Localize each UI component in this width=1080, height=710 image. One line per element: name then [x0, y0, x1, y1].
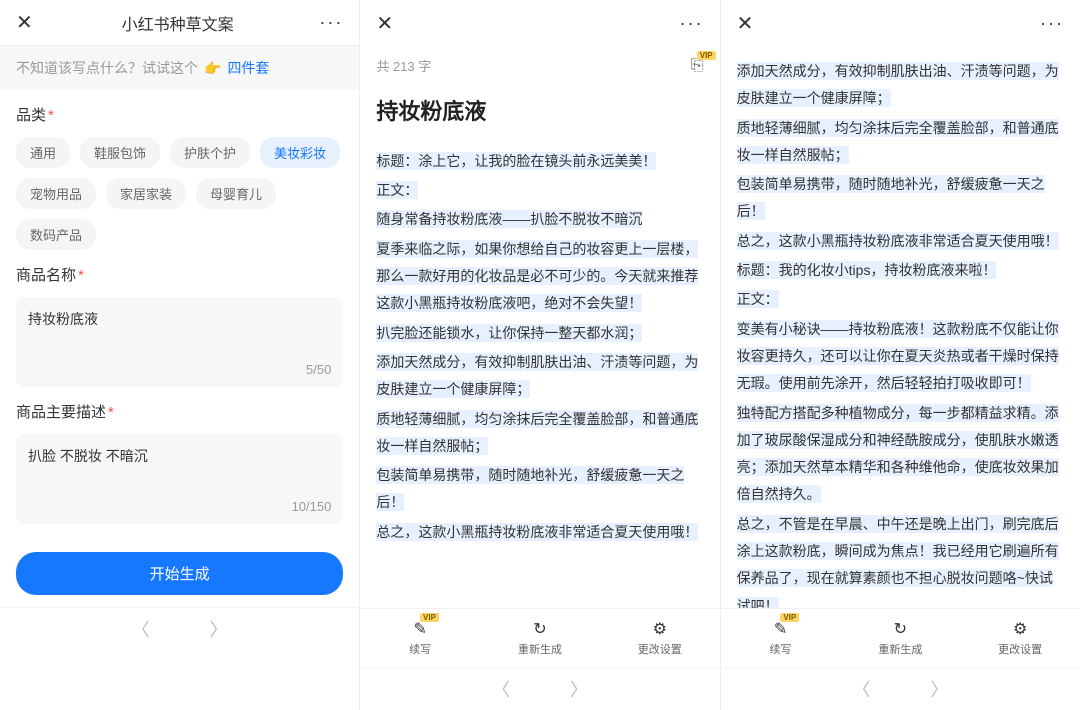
content-area: 添加天然成分，有效抑制肌肤出油、汗渍等问题，为皮肤建立一个健康屏障；质地轻薄细腻… [721, 46, 1080, 608]
category-chip[interactable]: 鞋服包饰 [80, 137, 160, 168]
more-icon[interactable]: ··· [319, 12, 343, 33]
content-paragraph: 添加天然成分，有效抑制肌肤出油、汗渍等问题，为皮肤建立一个健康屏障； [737, 58, 1064, 113]
content-paragraph: 质地轻薄细腻，均匀涂抹后完全覆盖脸部，和普通底妆一样自然服帖； [737, 115, 1064, 170]
panel-result-1: ✕ ··· 共 213 字 ⎘VIP 持妆粉底液 标题：涂上它，让我的脸在镜头前… [360, 0, 720, 710]
content-paragraph: 标题：涂上它，让我的脸在镜头前永远美美！ [376, 148, 703, 175]
category-chip[interactable]: 美妆彩妆 [260, 137, 340, 168]
action-continue[interactable]: ✎VIP 续写 [360, 615, 480, 661]
vip-badge: VIP [420, 613, 439, 622]
page-title: 小红书种草文案 [122, 11, 234, 35]
content-paragraph: 独特配方搭配多种植物成分，每一步都精益求精。添加了玻尿酸保湿成分和神经酰胺成分，… [737, 400, 1064, 509]
pencil-icon: ✎VIP [774, 619, 787, 639]
content-paragraph: 标题：我的化妆小tips，持妆粉底液来啦！ [737, 257, 1064, 284]
header: ✕ 小红书种草文案 ··· [0, 0, 359, 46]
action-settings[interactable]: ⚙ 更改设置 [600, 615, 720, 661]
content-paragraph: 随身常备持妆粉底液——扒脸不脱妆不暗沉 [376, 206, 703, 233]
category-chip[interactable]: 通用 [16, 137, 70, 168]
close-icon[interactable]: ✕ [376, 11, 396, 36]
product-name-input[interactable]: 持妆粉底液 5/50 [16, 297, 343, 387]
content-paragraph: 包装简单易携带，随时随地补光，舒缓疲惫一天之后！ [376, 462, 703, 517]
content-paragraph: 总之，不管是在早晨、中午还是晚上出门，刷完底后涂上这款粉底，瞬间成为焦点！我已经… [737, 511, 1064, 608]
more-icon[interactable]: ··· [680, 13, 704, 34]
section-product-name: 商品名称* 持妆粉底液 5/50 [0, 250, 359, 387]
pencil-icon: ✎VIP [414, 619, 427, 639]
product-desc-counter: 10/150 [292, 499, 332, 514]
panel-result-2: ✕ ··· 添加天然成分，有效抑制肌肤出油、汗渍等问题，为皮肤建立一个健康屏障；… [721, 0, 1080, 710]
nav-next-icon[interactable]: 〉 [930, 676, 948, 702]
category-chips: 通用鞋服包饰护肤个护美妆彩妆宠物用品家居家装母婴育儿数码产品 [16, 137, 343, 250]
content-paragraph: 总之，这款小黑瓶持妆粉底液非常适合夏天使用哦！ [737, 228, 1064, 255]
content-paragraph: 正文： [376, 177, 703, 204]
refresh-icon: ↻ [894, 619, 907, 639]
content-paragraph: 总之，这款小黑瓶持妆粉底液非常适合夏天使用哦！ [376, 519, 703, 546]
more-icon[interactable]: ··· [1040, 13, 1064, 34]
action-continue[interactable]: ✎VIP 续写 [721, 615, 841, 661]
generate-button[interactable]: 开始生成 [16, 552, 343, 595]
content-paragraph: 扒完脸还能锁水，让你保持一整天都水润； [376, 320, 703, 347]
action-bar: ✎VIP 续写 ↻ 重新生成 ⚙ 更改设置 [360, 608, 719, 667]
refresh-icon: ↻ [533, 619, 546, 639]
prompt-text: 不知道该写点什么？试试这个 [16, 58, 198, 78]
nav-footer: 〈 〉 [0, 607, 359, 650]
gear-icon: ⚙ [653, 619, 667, 639]
header: ✕ ··· [360, 0, 719, 46]
word-count-bar: 共 213 字 ⎘VIP [360, 46, 719, 85]
nav-footer: 〈 〉 [360, 667, 719, 710]
category-chip[interactable]: 数码产品 [16, 219, 96, 250]
category-chip[interactable]: 护肤个护 [170, 137, 250, 168]
nav-prev-icon[interactable]: 〈 [852, 676, 870, 702]
header: ✕ ··· [721, 0, 1080, 46]
content-paragraph: 夏季来临之际，如果你想给自己的妆容更上一层楼，那么一款好用的化妆品是必不可少的。… [376, 236, 703, 318]
point-icon: 👉 [204, 60, 221, 77]
category-chip[interactable]: 母婴育儿 [196, 178, 276, 209]
gear-icon: ⚙ [1013, 619, 1027, 639]
content-paragraph: 添加天然成分，有效抑制肌肤出油、汗渍等问题，为皮肤建立一个健康屏障； [376, 349, 703, 404]
nav-prev-icon[interactable]: 〈 [492, 676, 510, 702]
close-icon[interactable]: ✕ [16, 10, 36, 35]
product-name-counter: 5/50 [306, 362, 331, 377]
prompt-bar: 不知道该写点什么？试试这个 👉 四件套 [0, 46, 359, 90]
product-name-label: 商品名称* [16, 264, 343, 285]
nav-next-icon[interactable]: 〉 [570, 676, 588, 702]
panel-form: ✕ 小红书种草文案 ··· 不知道该写点什么？试试这个 👉 四件套 品类* 通用… [0, 0, 360, 710]
section-category: 品类* 通用鞋服包饰护肤个护美妆彩妆宠物用品家居家装母婴育儿数码产品 [0, 90, 359, 250]
category-label: 品类* [16, 104, 343, 125]
section-product-desc: 商品主要描述* 扒脸 不脱妆 不暗沉 10/150 [0, 387, 359, 524]
content-area: 持妆粉底液 标题：涂上它，让我的脸在镜头前永远美美！正文：随身常备持妆粉底液——… [360, 85, 719, 608]
content-paragraph: 变美有小秘诀——持妆粉底液！这款粉底不仅能让你妆容更持久，还可以让你在夏天炎热或… [737, 316, 1064, 398]
action-regenerate[interactable]: ↻ 重新生成 [480, 615, 600, 661]
content-title: 持妆粉底液 [376, 91, 703, 134]
vip-badge: VIP [697, 51, 716, 60]
nav-prev-icon[interactable]: 〈 [132, 616, 150, 642]
category-chip[interactable]: 家居家装 [106, 178, 186, 209]
action-regenerate[interactable]: ↻ 重新生成 [840, 615, 960, 661]
content-paragraph: 包装简单易携带，随时随地补光，舒缓疲惫一天之后！ [737, 171, 1064, 226]
category-chip[interactable]: 宠物用品 [16, 178, 96, 209]
content-paragraph: 质地轻薄细腻，均匀涂抹后完全覆盖脸部，和普通底妆一样自然服帖； [376, 406, 703, 461]
action-settings[interactable]: ⚙ 更改设置 [960, 615, 1080, 661]
word-count: 共 213 字 [376, 56, 431, 75]
copy-icon[interactable]: ⎘VIP [691, 57, 704, 75]
vip-badge: VIP [780, 613, 799, 622]
product-desc-input[interactable]: 扒脸 不脱妆 不暗沉 10/150 [16, 434, 343, 524]
nav-next-icon[interactable]: 〉 [210, 616, 228, 642]
action-bar: ✎VIP 续写 ↻ 重新生成 ⚙ 更改设置 [721, 608, 1080, 667]
prompt-link[interactable]: 四件套 [227, 58, 269, 78]
close-icon[interactable]: ✕ [737, 11, 757, 36]
product-desc-label: 商品主要描述* [16, 401, 343, 422]
content-paragraph: 正文： [737, 286, 1064, 313]
nav-footer: 〈 〉 [721, 667, 1080, 710]
